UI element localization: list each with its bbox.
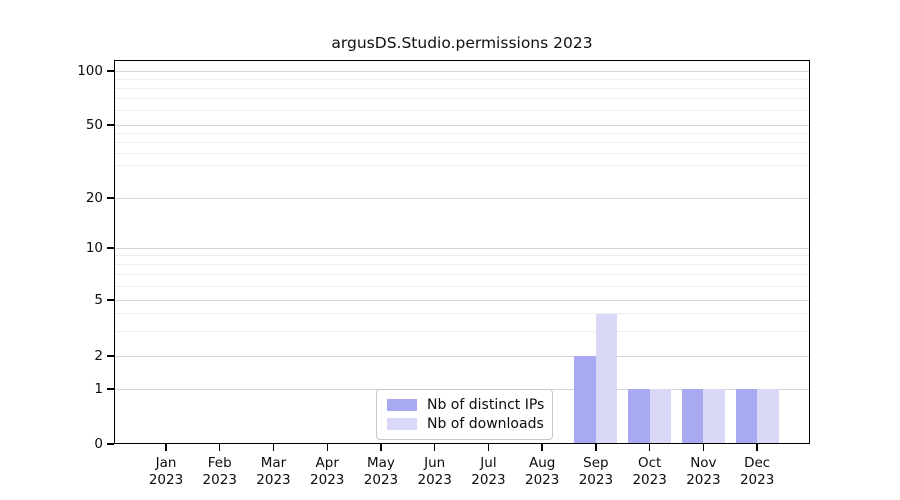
x-axis-tick [380,444,381,451]
y-axis-tick-label: 100 [3,62,103,80]
x-axis-tick [703,444,704,451]
y-axis-tick [107,197,114,198]
x-axis-label-year: 2023 [717,472,797,489]
gridline-major [114,248,810,249]
gridline-minor [114,274,810,275]
gridline-minor [114,331,810,332]
bar-downloads-oct [650,389,672,444]
x-axis-tick [649,444,650,451]
y-axis-tick-label: 20 [3,189,103,207]
x-axis-tick [595,444,596,451]
bar-distinct-ips-sep [574,356,596,444]
y-axis-tick [107,443,114,444]
y-axis-tick [107,299,114,300]
y-axis-tick [107,70,114,71]
bar-distinct-ips-nov [682,389,704,444]
chart-title: argusDS.Studio.permissions 2023 [114,34,810,54]
bar-downloads-dec [757,389,779,444]
legend-swatch-downloads [387,418,417,430]
gridline-major [114,198,810,199]
gridline-minor [114,79,810,80]
x-axis-tick [165,444,166,451]
bar-distinct-ips-dec [736,389,758,444]
gridline-minor [114,88,810,89]
gridline-major [114,356,810,357]
y-axis-tick [107,388,114,389]
x-axis-label-month: Dec [717,455,797,472]
x-axis-tick [756,444,757,451]
x-axis-tick-label: Dec2023 [717,455,797,488]
y-axis-tick-label: 50 [3,116,103,134]
bar-downloads-nov [703,389,725,444]
y-axis-tick [107,124,114,125]
gridline-minor [114,264,810,265]
legend-label-downloads: Nb of downloads [427,416,544,432]
legend-item-downloads: Nb of downloads [387,415,542,433]
y-axis-tick-label: 5 [3,291,103,309]
y-axis-tick [107,355,114,356]
plot-area [114,60,810,444]
gridline-major [114,125,810,126]
x-axis-tick [541,444,542,451]
legend-label-distinct-ips: Nb of distinct IPs [427,397,544,413]
legend-box: Nb of distinct IPs Nb of downloads [376,389,553,440]
y-axis-tick-label: 10 [3,239,103,257]
x-axis-tick [488,444,489,451]
legend-swatch-distinct-ips [387,399,417,411]
gridline-minor [114,255,810,256]
bar-distinct-ips-oct [628,389,650,444]
x-axis-tick [219,444,220,451]
bar-chart: argusDS.Studio.permissions 2023 0 1 2 5 10 20… [0,0,900,500]
gridline-minor [114,313,810,314]
gridline-minor [114,98,810,99]
y-axis-tick-label: 0 [3,435,103,453]
bar-downloads-sep [596,314,618,444]
x-axis-tick [327,444,328,451]
legend-item-distinct-ips: Nb of distinct IPs [387,396,542,414]
gridline-minor [114,286,810,287]
gridline-minor [114,133,810,134]
x-axis-tick [273,444,274,451]
gridline-minor [114,110,810,111]
y-axis-tick-label: 1 [3,380,103,398]
gridline-minor [114,153,810,154]
y-axis-tick [107,247,114,248]
gridline-major [114,71,810,72]
x-axis-tick [434,444,435,451]
gridline-minor [114,142,810,143]
gridline-major [114,300,810,301]
gridline-minor [114,165,810,166]
y-axis-tick-label: 2 [3,347,103,365]
